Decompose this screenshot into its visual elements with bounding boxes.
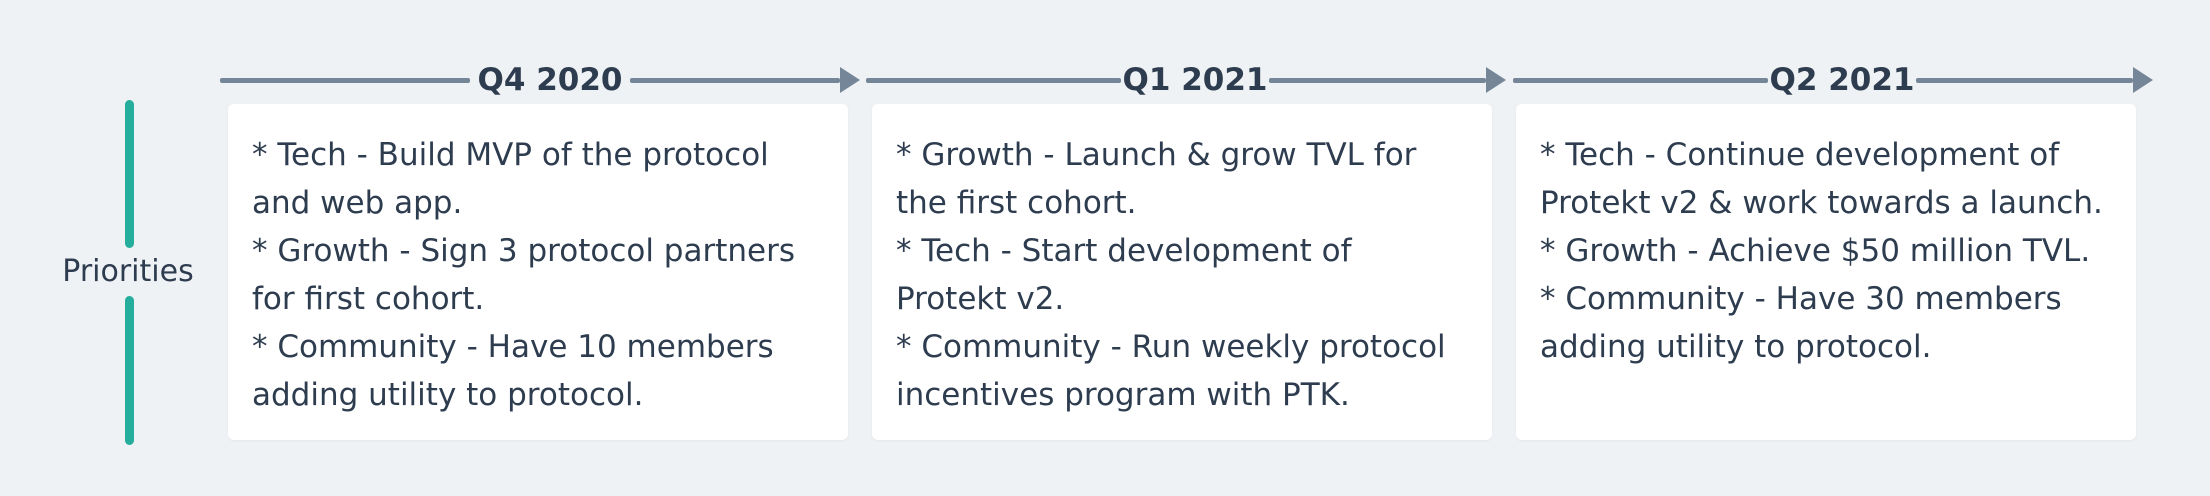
- column-header-q1-2021: Q1 2021: [866, 58, 1507, 102]
- column-title: Q1 2021: [1122, 62, 1268, 98]
- card-text-line: * Tech - Build MVP of the protocol: [252, 137, 769, 173]
- card-text-line: * Growth - Launch & grow TVL for: [896, 137, 1417, 173]
- column-header-q2-2021: Q2 2021: [1513, 58, 2154, 102]
- column-title: Q4 2020: [477, 62, 623, 98]
- priorities-card-q2-2021: * Tech - Continue development of Protekt…: [1516, 104, 2136, 440]
- card-text-line: Protekt v2.: [896, 281, 1065, 317]
- row-label-priorities: Priorities: [40, 100, 216, 445]
- column-header-q4-2020: Q4 2020: [220, 58, 861, 102]
- column-title: Q2 2021: [1769, 62, 1915, 98]
- card-text-line: incentives program with PTK.: [896, 377, 1350, 413]
- arrow-line-left: [866, 78, 1121, 83]
- card-text-line: Protekt v2 & work towards a launch.: [1540, 185, 2103, 221]
- arrow-line-left: [220, 78, 470, 83]
- arrow-line-right: [630, 78, 840, 83]
- card-text-line: adding utility to protocol.: [252, 377, 644, 413]
- card-text-line: the first cohort.: [896, 185, 1137, 221]
- card-text-line: adding utility to protocol.: [1540, 329, 1932, 365]
- arrow-head-icon: [1486, 67, 1506, 93]
- card-text-line: * Community - Run weekly protocol: [896, 329, 1446, 365]
- card-text-line: for first cohort.: [252, 281, 485, 317]
- arrow-line-right: [1916, 78, 2133, 83]
- row-label-text: Priorities: [62, 254, 194, 289]
- arrow-head-icon: [2133, 67, 2153, 93]
- arrow-line-right: [1269, 78, 1486, 83]
- card-text-line: and web app.: [252, 185, 463, 221]
- row-bar-top: [125, 100, 134, 248]
- priorities-card-q4-2020: * Tech - Build MVP of the protocol and w…: [228, 104, 848, 440]
- card-text-line: * Growth - Achieve $50 million TVL.: [1540, 233, 2091, 269]
- card-text-line: * Community - Have 30 members: [1540, 281, 2062, 317]
- priorities-card-q1-2021: * Growth - Launch & grow TVL for the fir…: [872, 104, 1492, 440]
- card-text-line: * Tech - Continue development of: [1540, 137, 2060, 173]
- card-text-line: * Growth - Sign 3 protocol partners: [252, 233, 795, 269]
- arrow-head-icon: [840, 67, 860, 93]
- card-text-line: * Tech - Start development of: [896, 233, 1352, 269]
- arrow-line-left: [1513, 78, 1768, 83]
- card-text-line: * Community - Have 10 members: [252, 329, 774, 365]
- row-bar-bottom: [125, 296, 134, 445]
